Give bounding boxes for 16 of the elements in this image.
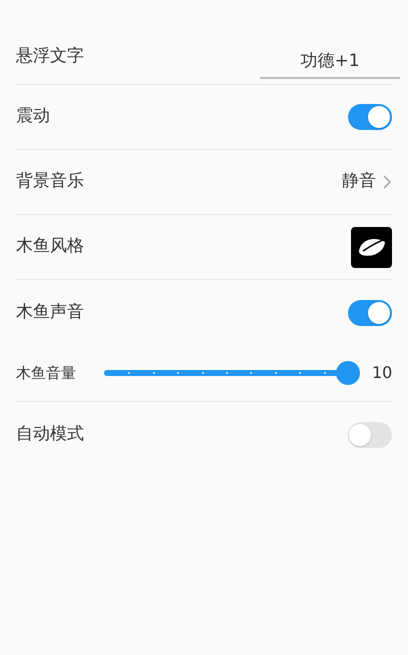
setting-label: 木鱼声音 <box>16 300 84 324</box>
setting-label: 自动模式 <box>16 422 84 446</box>
setting-label: 背景音乐 <box>16 170 84 194</box>
toggle-switch[interactable] <box>348 300 392 326</box>
setting-label: 木鱼音量 <box>16 362 77 384</box>
volume-value: 10 <box>372 362 392 384</box>
leaf-icon[interactable] <box>351 226 392 268</box>
chevron-right-icon <box>382 174 392 190</box>
toggle-switch[interactable] <box>348 422 392 448</box>
setting-label: 悬浮文字 <box>16 45 84 68</box>
volume-slider[interactable] <box>104 361 360 385</box>
background-music-selector[interactable]: 静音 <box>342 169 392 195</box>
setting-label: 木鱼风格 <box>16 235 84 258</box>
text-field[interactable]: 功德+1 <box>260 35 400 79</box>
setting-label: 震动 <box>16 105 50 128</box>
toggle-switch[interactable] <box>348 104 392 130</box>
